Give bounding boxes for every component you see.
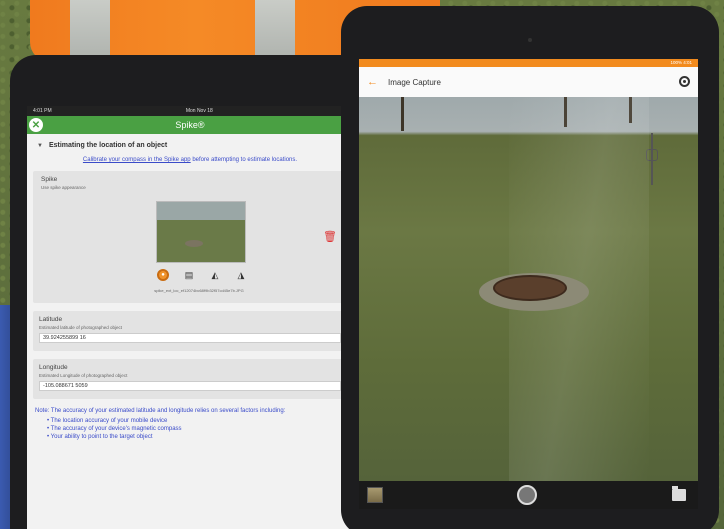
latitude-input[interactable]: 39.924255899 16 (39, 333, 341, 343)
longitude-label: Longitude (39, 364, 68, 371)
spike-label: Spike (41, 176, 58, 183)
manhole-cover (493, 275, 567, 301)
front-camera (528, 38, 532, 42)
status-right: 100% 4:01 (670, 60, 692, 65)
photo-filename: spike_ext_loc_ef12074bc68f9b32f57cd45e7b… (154, 288, 244, 293)
back-arrow-icon[interactable]: ← (367, 76, 378, 88)
latitude-card: Latitude Estimated latitude of photograp… (33, 311, 347, 351)
image-capture-screen: 100% 4:01 ← Image Capture (359, 59, 698, 509)
note-list: The location accuracy of your mobile dev… (35, 417, 345, 441)
trash-icon[interactable]: 🗑 (323, 230, 337, 243)
camera-icon[interactable]: ● (157, 269, 169, 281)
folder-icon[interactable] (672, 486, 686, 501)
camera-controls (359, 481, 698, 509)
latitude-label: Latitude (39, 316, 63, 323)
spike-card: Spike Use spike appearance ● ▤ ◭ ◮ spike… (33, 171, 347, 303)
vest-reflective-stripe (70, 0, 110, 62)
latitude-sublabel: Estimated latitude of photographed objec… (39, 325, 123, 330)
app-bar: ← Image Capture (359, 67, 698, 97)
calibrate-rest: before attempting to estimate locations. (190, 157, 298, 163)
spike-photo-thumbnail[interactable] (156, 201, 246, 263)
app-title: Spike® (175, 120, 205, 130)
note-item: The accuracy of your device's magnetic c… (47, 425, 345, 433)
section-title: Estimating the location of an object (48, 142, 168, 149)
gallery-thumbnail[interactable] (367, 487, 383, 503)
location-target-icon[interactable] (679, 76, 690, 87)
chevron-down-icon[interactable]: ▼ (37, 143, 43, 149)
spike-form-screen: 4:01 PM Mon Nov 18 ✕ Spike® ▼ Estimating… (27, 106, 353, 529)
accuracy-note: Note: The accuracy of your estimated lat… (27, 399, 353, 441)
note-intro: Note: The accuracy of your estimated lat… (35, 408, 286, 414)
note-item: Your ability to point to the target obje… (47, 433, 345, 441)
close-icon[interactable]: ✕ (29, 118, 43, 132)
vest-reflective-stripe (255, 0, 295, 62)
spike-measure-icon[interactable]: ◮ (235, 269, 247, 281)
spike-app-icon[interactable]: ◭ (209, 269, 221, 281)
note-item: The location accuracy of your mobile dev… (47, 417, 345, 425)
longitude-sublabel: Estimated Longitude of photographed obje… (39, 373, 128, 378)
status-date: Mon Nov 18 (185, 108, 213, 114)
manhole-in-thumbnail (185, 240, 203, 247)
tree (401, 97, 404, 131)
section-header[interactable]: ▼ Estimating the location of an object (27, 134, 353, 153)
longitude-card: Longitude Estimated Longitude of photogr… (33, 359, 347, 399)
calibrate-instructions: Calibrate your compass in the Spike app … (27, 153, 353, 171)
spike-toolbar: ● ▤ ◭ ◮ (157, 269, 247, 281)
calibrate-link[interactable]: Calibrate your compass in the Spike app (83, 157, 191, 163)
longitude-input[interactable]: -105.088671 5059 (39, 381, 341, 391)
gallery-icon[interactable]: ▤ (183, 269, 195, 281)
status-bar: 4:01 PM Mon Nov 18 (27, 106, 353, 116)
status-time: 4:01 PM (33, 108, 52, 114)
app-bar: ✕ Spike® (27, 116, 353, 134)
camera-viewfinder[interactable] (359, 97, 698, 481)
status-bar: 100% 4:01 (359, 59, 698, 67)
app-title: Image Capture (388, 77, 441, 87)
shutter-button[interactable] (517, 485, 537, 505)
spike-sublabel: Use spike appearance (41, 185, 86, 190)
